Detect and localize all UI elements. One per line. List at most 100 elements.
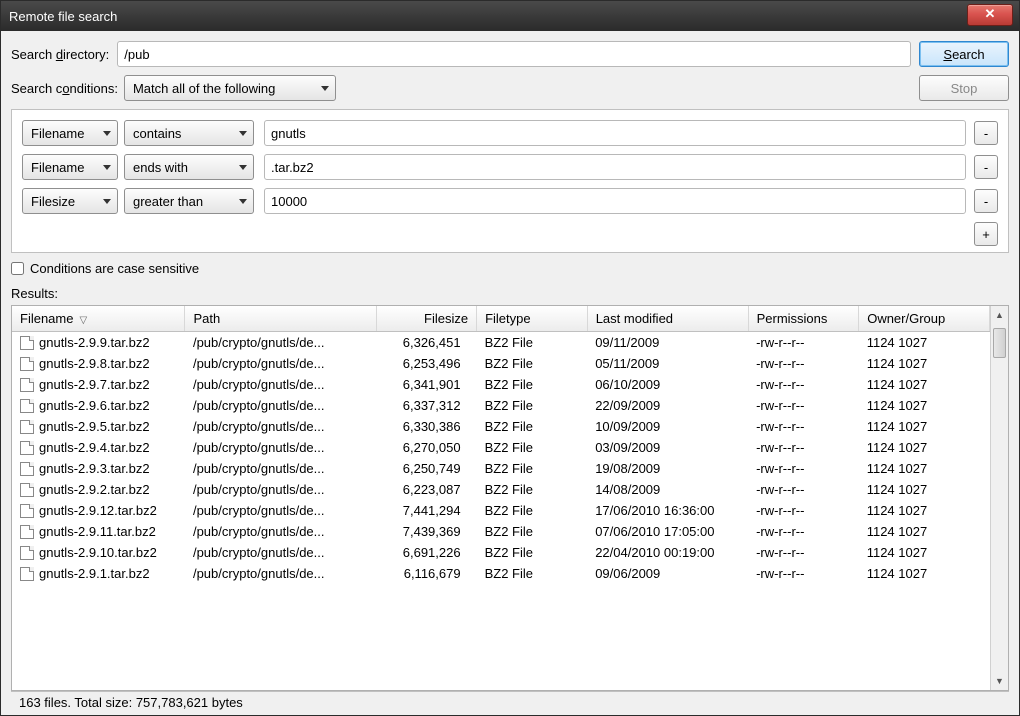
- table-row[interactable]: gnutls-2.9.5.tar.bz2/pub/crypto/gnutls/d…: [12, 416, 990, 437]
- cell-path: /pub/crypto/gnutls/de...: [185, 374, 376, 395]
- cell-owner-group: 1124 1027: [859, 395, 990, 416]
- cell-last-modified: 05/11/2009: [587, 353, 748, 374]
- case-sensitive-label: Conditions are case sensitive: [30, 261, 199, 276]
- table-row[interactable]: gnutls-2.9.4.tar.bz2/pub/crypto/gnutls/d…: [12, 437, 990, 458]
- condition-operator-select[interactable]: ends with: [124, 154, 254, 180]
- condition-value-input[interactable]: [264, 154, 966, 180]
- condition-value-input[interactable]: [264, 188, 966, 214]
- table-row[interactable]: gnutls-2.9.3.tar.bz2/pub/crypto/gnutls/d…: [12, 458, 990, 479]
- cell-path: /pub/crypto/gnutls/de...: [185, 542, 376, 563]
- cell-filename: gnutls-2.9.4.tar.bz2: [12, 437, 185, 458]
- condition-operator-value: greater than: [133, 194, 203, 209]
- search-button[interactable]: Search: [919, 41, 1009, 67]
- condition-field-select[interactable]: Filesize: [22, 188, 118, 214]
- cell-path: /pub/crypto/gnutls/de...: [185, 353, 376, 374]
- table-row[interactable]: gnutls-2.9.6.tar.bz2/pub/crypto/gnutls/d…: [12, 395, 990, 416]
- cell-last-modified: 17/06/2010 16:36:00: [587, 500, 748, 521]
- cell-permissions: -rw-r--r--: [748, 500, 859, 521]
- condition-field-select[interactable]: Filename: [22, 154, 118, 180]
- cell-owner-group: 1124 1027: [859, 563, 990, 584]
- cell-filesize: 6,116,679: [376, 563, 477, 584]
- col-filesize[interactable]: Filesize: [376, 306, 477, 332]
- cell-filesize: 6,330,386: [376, 416, 477, 437]
- cell-owner-group: 1124 1027: [859, 479, 990, 500]
- remove-condition-button[interactable]: -: [974, 155, 998, 179]
- file-icon: [20, 483, 34, 497]
- cell-path: /pub/crypto/gnutls/de...: [185, 437, 376, 458]
- condition-operator-value: ends with: [133, 160, 188, 175]
- cell-filename: gnutls-2.9.10.tar.bz2: [12, 542, 185, 563]
- cell-permissions: -rw-r--r--: [748, 521, 859, 542]
- cell-filesize: 7,439,369: [376, 521, 477, 542]
- col-owner-group[interactable]: Owner/Group: [859, 306, 990, 332]
- cell-permissions: -rw-r--r--: [748, 437, 859, 458]
- condition-operator-value: contains: [133, 126, 181, 141]
- cell-filetype: BZ2 File: [477, 416, 588, 437]
- cell-filename: gnutls-2.9.1.tar.bz2: [12, 563, 185, 584]
- col-last-modified[interactable]: Last modified: [587, 306, 748, 332]
- table-row[interactable]: gnutls-2.9.9.tar.bz2/pub/crypto/gnutls/d…: [12, 332, 990, 354]
- table-row[interactable]: gnutls-2.9.12.tar.bz2/pub/crypto/gnutls/…: [12, 500, 990, 521]
- results-table: Filename▽ Path Filesize Filetype Last mo…: [11, 305, 1009, 691]
- condition-row: Filename contains -: [22, 120, 998, 146]
- scroll-up-icon[interactable]: ▲: [991, 306, 1008, 324]
- cell-permissions: -rw-r--r--: [748, 479, 859, 500]
- results-scrollbar[interactable]: ▲ ▼: [990, 306, 1008, 690]
- cell-owner-group: 1124 1027: [859, 332, 990, 354]
- condition-field-value: Filesize: [31, 194, 75, 209]
- condition-value-input[interactable]: [264, 120, 966, 146]
- col-filename[interactable]: Filename▽: [12, 306, 185, 332]
- scroll-down-icon[interactable]: ▼: [991, 672, 1008, 690]
- search-directory-input[interactable]: [117, 41, 911, 67]
- condition-row: Filesize greater than -: [22, 188, 998, 214]
- condition-operator-select[interactable]: greater than: [124, 188, 254, 214]
- table-row[interactable]: gnutls-2.9.2.tar.bz2/pub/crypto/gnutls/d…: [12, 479, 990, 500]
- table-row[interactable]: gnutls-2.9.11.tar.bz2/pub/crypto/gnutls/…: [12, 521, 990, 542]
- cell-filetype: BZ2 File: [477, 479, 588, 500]
- col-permissions[interactable]: Permissions: [748, 306, 859, 332]
- cell-filesize: 6,270,050: [376, 437, 477, 458]
- cell-owner-group: 1124 1027: [859, 374, 990, 395]
- table-row[interactable]: gnutls-2.9.8.tar.bz2/pub/crypto/gnutls/d…: [12, 353, 990, 374]
- cell-last-modified: 19/08/2009: [587, 458, 748, 479]
- case-sensitive-checkbox[interactable]: [11, 262, 24, 275]
- window-close-button[interactable]: ✕: [967, 4, 1013, 26]
- condition-row: Filename ends with -: [22, 154, 998, 180]
- table-row[interactable]: gnutls-2.9.10.tar.bz2/pub/crypto/gnutls/…: [12, 542, 990, 563]
- table-row[interactable]: gnutls-2.9.1.tar.bz2/pub/crypto/gnutls/d…: [12, 563, 990, 584]
- sort-desc-icon: ▽: [79, 315, 87, 326]
- add-condition-button[interactable]: +: [974, 222, 998, 246]
- cell-filesize: 6,253,496: [376, 353, 477, 374]
- scroll-thumb[interactable]: [993, 328, 1006, 358]
- cell-permissions: -rw-r--r--: [748, 374, 859, 395]
- close-icon: ✕: [985, 6, 996, 21]
- condition-operator-select[interactable]: contains: [124, 120, 254, 146]
- cell-filename: gnutls-2.9.9.tar.bz2: [12, 332, 185, 354]
- search-directory-label: Search directory:: [11, 47, 109, 62]
- remove-condition-button[interactable]: -: [974, 189, 998, 213]
- cell-permissions: -rw-r--r--: [748, 458, 859, 479]
- table-row[interactable]: gnutls-2.9.7.tar.bz2/pub/crypto/gnutls/d…: [12, 374, 990, 395]
- cell-filesize: 6,341,901: [376, 374, 477, 395]
- col-filetype[interactable]: Filetype: [477, 306, 588, 332]
- remove-condition-button[interactable]: -: [974, 121, 998, 145]
- col-path[interactable]: Path: [185, 306, 376, 332]
- match-mode-select[interactable]: Match all of the following: [124, 75, 336, 101]
- file-icon: [20, 462, 34, 476]
- cell-filetype: BZ2 File: [477, 332, 588, 354]
- cell-path: /pub/crypto/gnutls/de...: [185, 395, 376, 416]
- file-icon: [20, 357, 34, 371]
- window-title: Remote file search: [9, 9, 117, 24]
- cell-path: /pub/crypto/gnutls/de...: [185, 332, 376, 354]
- file-icon: [20, 567, 34, 581]
- condition-field-select[interactable]: Filename: [22, 120, 118, 146]
- stop-button[interactable]: Stop: [919, 75, 1009, 101]
- cell-permissions: -rw-r--r--: [748, 353, 859, 374]
- file-icon: [20, 420, 34, 434]
- cell-permissions: -rw-r--r--: [748, 416, 859, 437]
- cell-path: /pub/crypto/gnutls/de...: [185, 521, 376, 542]
- cell-last-modified: 10/09/2009: [587, 416, 748, 437]
- cell-filename: gnutls-2.9.8.tar.bz2: [12, 353, 185, 374]
- client-area: Search directory: Search Search conditio…: [1, 31, 1019, 715]
- cell-filename: gnutls-2.9.3.tar.bz2: [12, 458, 185, 479]
